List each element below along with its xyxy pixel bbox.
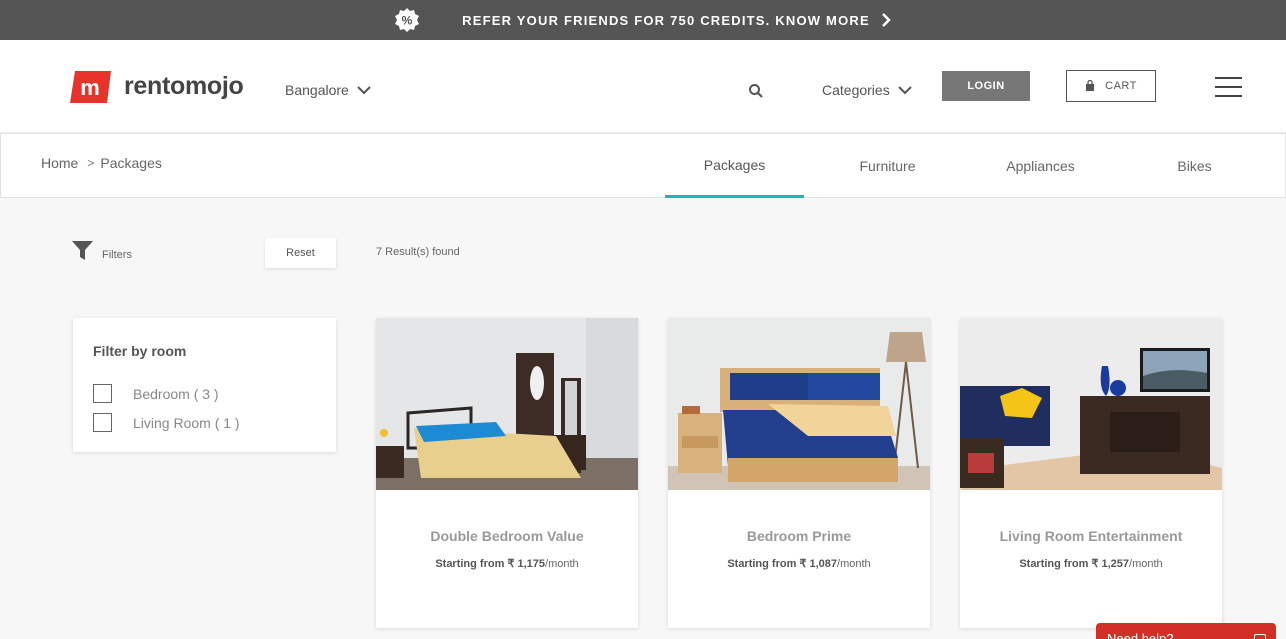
cart-label: CART [1105,80,1137,92]
filter-option-label: Living Room ( 1 ) [133,414,240,431]
breadcrumb-current: Packages [100,155,162,171]
tab-bikes[interactable]: Bikes [1125,134,1264,198]
hamburger-menu-icon[interactable] [1215,77,1242,97]
product-price: Starting from ₹ 1,087/month [668,557,930,570]
breadcrumb-home[interactable]: Home [41,155,78,171]
price-prefix: Starting from [1019,558,1089,570]
site-header: m rentomojo Bangalore Categories LOGIN C… [0,40,1286,133]
price-value: ₹ 1,175 [507,558,546,570]
price-prefix: Starting from [435,558,505,570]
cart-button[interactable]: CART [1066,70,1156,102]
checkbox[interactable] [93,384,112,403]
product-name: Bedroom Prime [746,528,852,544]
filter-option-label: Bedroom ( 3 ) [133,385,219,402]
logo-wordmark[interactable]: rentomojo [124,72,244,101]
filter-panel-title: Filter by room [93,343,187,359]
reset-filters-button[interactable]: Reset [265,238,336,268]
breadcrumb: Home > Packages [41,155,162,171]
need-help-button[interactable]: Need help? [1096,623,1276,639]
login-button[interactable]: LOGIN [942,71,1030,101]
discount-badge-icon: % [395,8,420,32]
need-help-label: Need help? [1107,631,1174,639]
product-image [668,318,930,490]
filter-by-room-panel: Filter by room Bedroom ( 3 ) Living Room… [73,318,336,452]
price-suffix: /month [1129,558,1163,570]
city-selector[interactable]: Bangalore [285,82,371,98]
tab-furniture[interactable]: Furniture [818,134,957,198]
product-card[interactable]: Bedroom Prime Starting from ₹ 1,087/mont… [668,318,930,628]
product-price: Starting from ₹ 1,257/month [960,557,1222,570]
shopping-bag-icon [1086,80,1095,91]
price-value: ₹ 1,087 [799,558,838,570]
svg-text:m: m [80,75,100,100]
filters-label: Filters [102,249,132,261]
chevron-down-icon [897,85,912,94]
promo-banner[interactable]: % REFER YOUR FRIENDS FOR 750 CREDITS. KN… [0,0,1286,40]
product-price: Starting from ₹ 1,175/month [376,557,638,570]
checkbox[interactable] [93,413,112,432]
filter-funnel-icon [72,241,93,260]
price-value: ₹ 1,257 [1091,558,1130,570]
filter-option-living-room[interactable]: Living Room ( 1 ) [93,413,240,432]
results-count: 7 Result(s) found [376,246,460,258]
categories-label: Categories [822,82,890,98]
product-card[interactable]: Living Room Entertainment Starting from … [960,318,1222,628]
product-image [960,318,1222,490]
search-icon[interactable] [748,83,764,99]
chat-icon [1254,634,1266,639]
chevron-down-icon [357,85,371,94]
chevron-right-icon [881,13,891,27]
price-prefix: Starting from [727,558,797,570]
breadcrumb-separator: > [87,156,95,170]
product-card[interactable]: Double Bedroom Value Starting from ₹ 1,1… [376,318,638,628]
price-suffix: /month [837,558,871,570]
svg-text:%: % [402,14,413,28]
sub-navigation: Home > Packages Packages Furniture Appli… [0,133,1286,198]
product-image [376,318,638,490]
price-suffix: /month [545,558,579,570]
product-name: Double Bedroom Value [430,528,584,544]
product-name: Living Room Entertainment [999,528,1183,544]
rentomojo-logo-icon[interactable]: m [70,71,111,103]
tab-packages[interactable]: Packages [665,134,804,198]
promo-text[interactable]: REFER YOUR FRIENDS FOR 750 CREDITS. KNOW… [462,13,870,28]
city-label: Bangalore [285,82,349,98]
tab-appliances[interactable]: Appliances [971,134,1110,198]
categories-dropdown[interactable]: Categories [822,82,912,98]
filter-option-bedroom[interactable]: Bedroom ( 3 ) [93,384,219,403]
